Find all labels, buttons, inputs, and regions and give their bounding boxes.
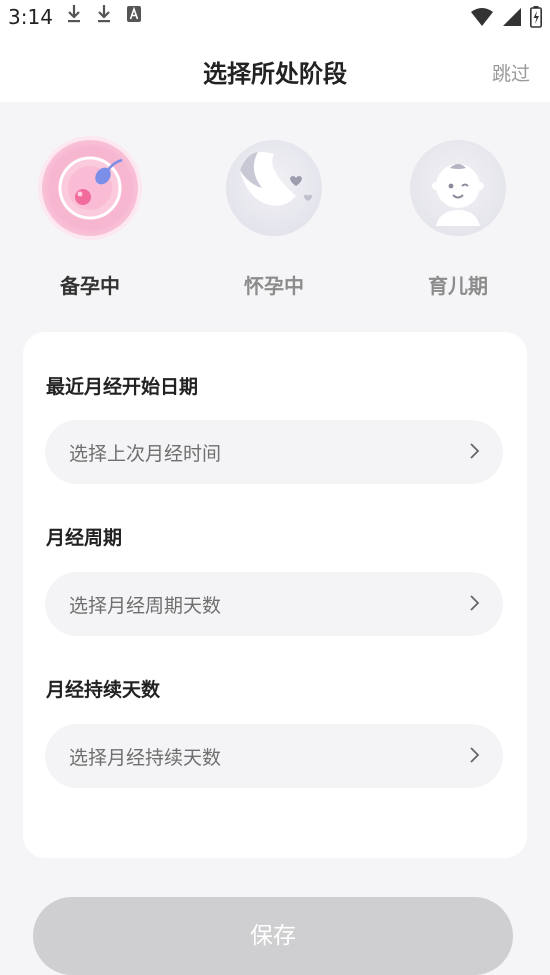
- pregnant-illustration-icon: [226, 140, 322, 236]
- stage-parenting[interactable]: 育儿期: [398, 140, 518, 299]
- chevron-right-icon: [470, 443, 480, 459]
- cycle-length-placeholder: 选择月经周期天数: [69, 595, 222, 617]
- cycle-info-card: 最近月经开始日期 选择上次月经时间 月经周期 选择月经周期天数 月经持续天数 选…: [23, 332, 527, 858]
- status-time: 3:14: [8, 5, 53, 29]
- stage-preparing[interactable]: 备孕中: [30, 140, 150, 299]
- period-duration-placeholder: 选择月经持续天数: [69, 747, 222, 769]
- page-title: 选择所处阶段: [203, 60, 347, 88]
- baby-illustration-icon: [410, 140, 506, 236]
- download-icon: [98, 5, 110, 23]
- cycle-length-select[interactable]: 选择月经周期天数: [45, 572, 503, 636]
- period-duration-select[interactable]: 选择月经持续天数: [45, 724, 503, 788]
- wifi-icon: [471, 8, 493, 26]
- signal-icon: [503, 8, 521, 26]
- stage-label: 育儿期: [428, 274, 488, 298]
- cycle-length-label: 月经周期: [46, 527, 123, 549]
- last-period-select[interactable]: 选择上次月经时间: [45, 420, 503, 484]
- status-bar: 3:14: [0, 0, 550, 34]
- battery-icon: [530, 6, 542, 28]
- status-icons-right: [470, 6, 542, 28]
- stage-label: 备孕中: [60, 274, 120, 298]
- header: 选择所处阶段 跳过: [0, 34, 550, 102]
- last-period-label: 最近月经开始日期: [46, 376, 199, 398]
- last-period-placeholder: 选择上次月经时间: [69, 443, 222, 465]
- period-duration-label: 月经持续天数: [46, 679, 161, 701]
- save-button[interactable]: 保存: [33, 897, 513, 975]
- stage-label: 怀孕中: [244, 274, 304, 298]
- chevron-right-icon: [470, 747, 480, 763]
- preparing-illustration-icon: [42, 140, 138, 236]
- stage-pregnant[interactable]: 怀孕中: [214, 140, 334, 299]
- stage-selector: 备孕中 怀孕中 育儿期: [0, 102, 550, 322]
- chevron-right-icon: [470, 595, 480, 611]
- skip-button[interactable]: 跳过: [492, 59, 530, 86]
- status-icons-left: [66, 4, 142, 24]
- font-icon: [127, 6, 141, 22]
- download-icon: [68, 5, 80, 23]
